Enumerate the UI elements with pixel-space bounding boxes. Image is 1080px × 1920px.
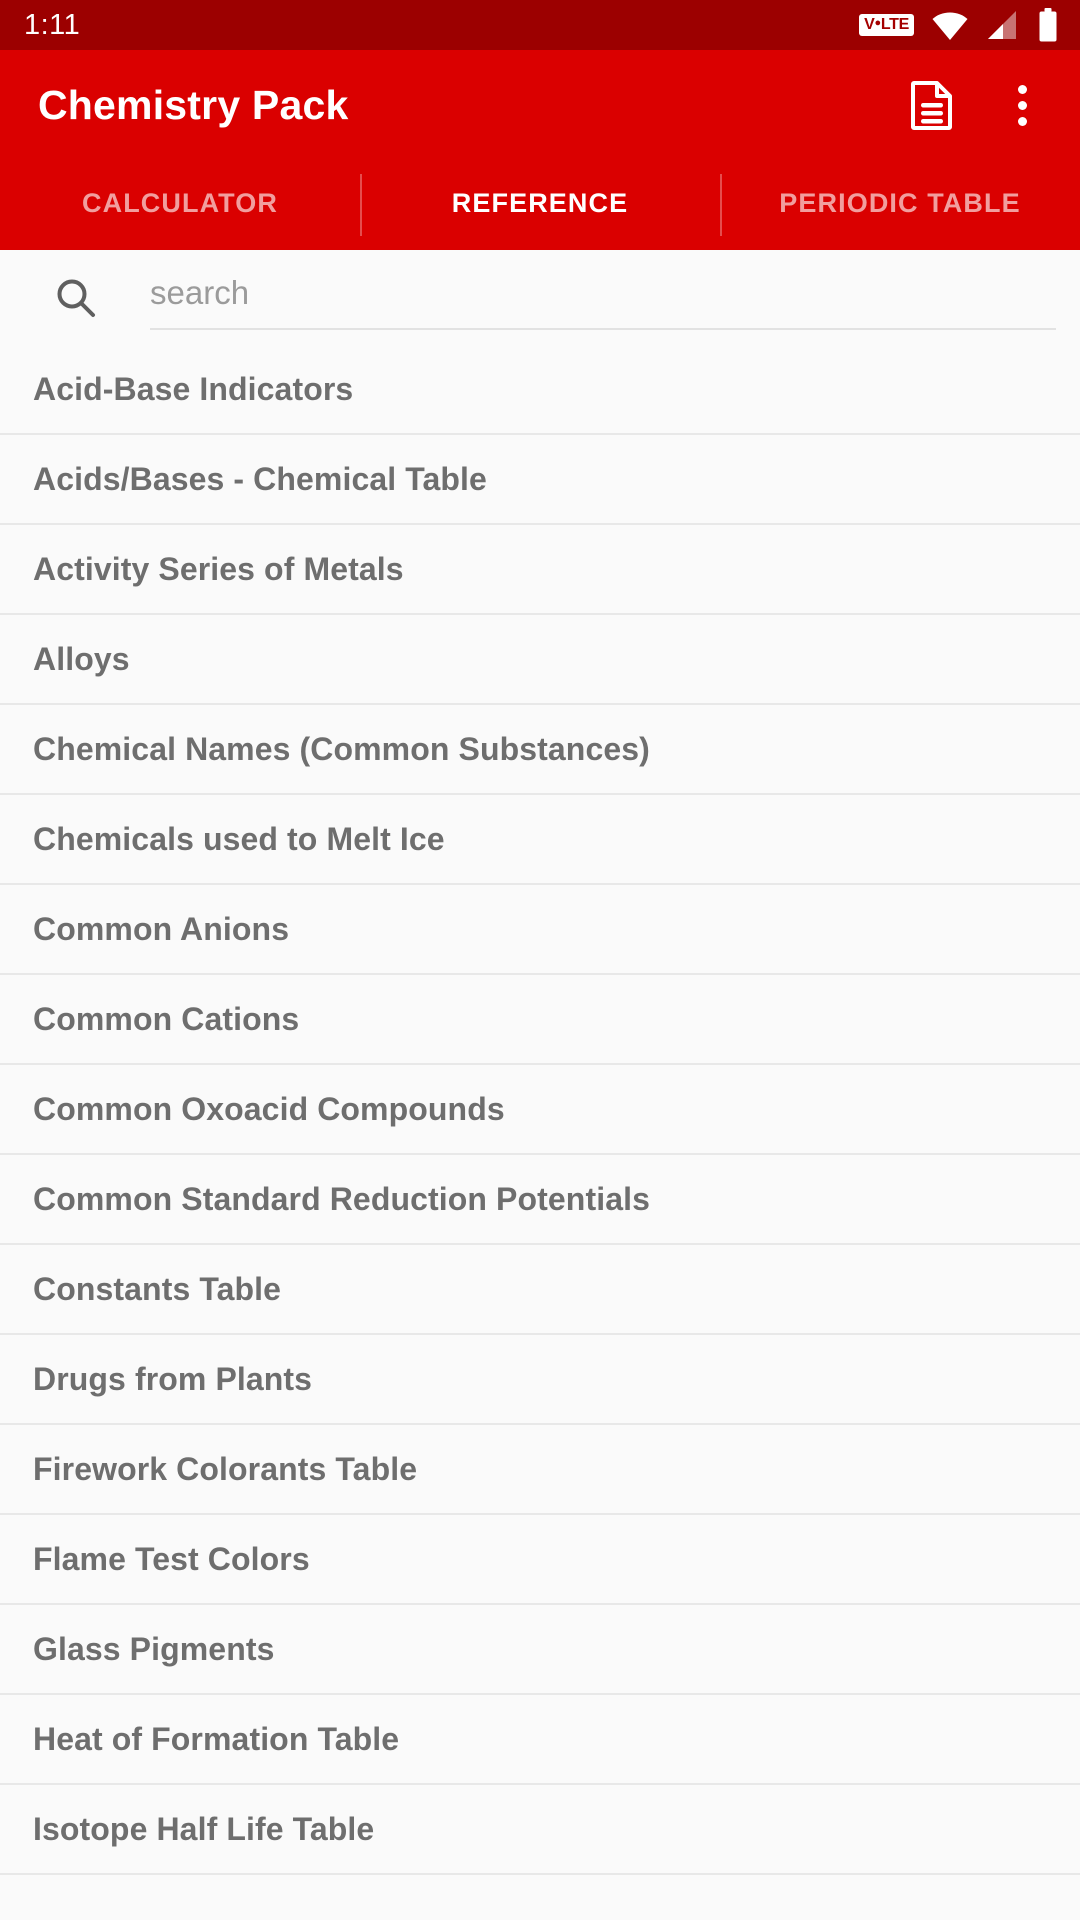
list-item[interactable]: Common Oxoacid Compounds <box>0 1065 1080 1155</box>
list-item[interactable]: Common Standard Reduction Potentials <box>0 1155 1080 1245</box>
volte-badge: V ● LTE <box>859 14 914 36</box>
list-item[interactable]: Firework Colorants Table <box>0 1425 1080 1515</box>
tab-periodic-table[interactable]: PERIODIC TABLE <box>720 160 1080 250</box>
app-bar: Chemistry Pack <box>0 50 1080 160</box>
list-item-label: Drugs from Plants <box>33 1360 313 1397</box>
list-item-label: Alloys <box>33 640 130 677</box>
signal-icon <box>988 11 1016 39</box>
list-item[interactable]: Common Anions <box>0 885 1080 975</box>
overflow-dot <box>1017 100 1027 110</box>
page-title: Chemistry Pack <box>38 81 349 128</box>
list-item[interactable]: Flame Test Colors <box>0 1515 1080 1605</box>
list-item[interactable]: Heat of Formation Table <box>0 1695 1080 1785</box>
list-item[interactable]: Activity Series of Metals <box>0 525 1080 615</box>
list-item-label: Chemicals used to Melt Ice <box>33 820 445 857</box>
list-item[interactable]: Chemicals used to Melt Ice <box>0 795 1080 885</box>
battery-icon <box>1039 8 1057 42</box>
overflow-dot <box>1017 84 1027 94</box>
list-item-label: Firework Colorants Table <box>33 1450 418 1487</box>
notes-document-button[interactable] <box>904 77 960 133</box>
wifi-icon <box>932 12 968 40</box>
list-item-label: Activity Series of Metals <box>33 550 404 587</box>
volte-badge-suffix: LTE <box>880 16 909 33</box>
list-item[interactable]: Acids/Bases - Chemical Table <box>0 435 1080 525</box>
reference-list: Acid-Base Indicators Acids/Bases - Chemi… <box>0 345 1080 1875</box>
list-item-label: Constants Table <box>33 1270 282 1307</box>
list-item-label: Acids/Bases - Chemical Table <box>33 460 487 497</box>
list-item[interactable]: Glass Pigments <box>0 1605 1080 1695</box>
search-field <box>150 266 1056 330</box>
list-item-label: Common Cations <box>33 1000 300 1037</box>
volte-badge-label: V <box>864 16 875 33</box>
search-icon[interactable] <box>48 277 104 319</box>
list-item-label: Heat of Formation Table <box>33 1720 400 1757</box>
status-bar: 1:11 V ● LTE <box>0 0 1080 50</box>
tab-calculator[interactable]: CALCULATOR <box>0 160 360 250</box>
list-item[interactable]: Constants Table <box>0 1245 1080 1335</box>
list-item-label: Glass Pigments <box>33 1630 275 1667</box>
list-item-label: Common Anions <box>33 910 290 947</box>
tab-bar: CALCULATOR REFERENCE PERIODIC TABLE <box>0 160 1080 250</box>
list-item-label: Flame Test Colors <box>33 1540 310 1577</box>
volte-badge-dot: ● <box>874 16 882 29</box>
overflow-menu-button[interactable] <box>994 77 1050 133</box>
list-item[interactable]: Isotope Half Life Table <box>0 1785 1080 1875</box>
list-item[interactable]: Drugs from Plants <box>0 1335 1080 1425</box>
status-clock: 1:11 <box>24 8 81 41</box>
overflow-dot <box>1017 116 1027 126</box>
app-root: 1:11 V ● LTE Chemistry Pack CALCULATOR R… <box>0 0 1080 1920</box>
notes-document-icon <box>911 81 952 130</box>
app-bar-actions <box>904 77 1050 133</box>
search-glyph-icon <box>57 279 95 317</box>
status-bar-icons: V ● LTE <box>859 8 1058 42</box>
search-bar <box>0 250 1080 345</box>
tab-reference[interactable]: REFERENCE <box>360 160 720 250</box>
list-item[interactable]: Alloys <box>0 615 1080 705</box>
list-item[interactable]: Common Cations <box>0 975 1080 1065</box>
reference-content: Acid-Base Indicators Acids/Bases - Chemi… <box>0 250 1080 1920</box>
search-input[interactable] <box>150 273 1056 320</box>
list-item-label: Common Standard Reduction Potentials <box>33 1180 650 1217</box>
overflow-menu-icon <box>1017 84 1027 126</box>
list-item-label: Acid-Base Indicators <box>33 370 354 407</box>
list-item-label: Common Oxoacid Compounds <box>33 1090 505 1127</box>
list-item-label: Isotope Half Life Table <box>33 1810 375 1847</box>
list-item[interactable]: Chemical Names (Common Substances) <box>0 705 1080 795</box>
list-item[interactable]: Acid-Base Indicators <box>0 345 1080 435</box>
list-item-label: Chemical Names (Common Substances) <box>33 730 650 767</box>
